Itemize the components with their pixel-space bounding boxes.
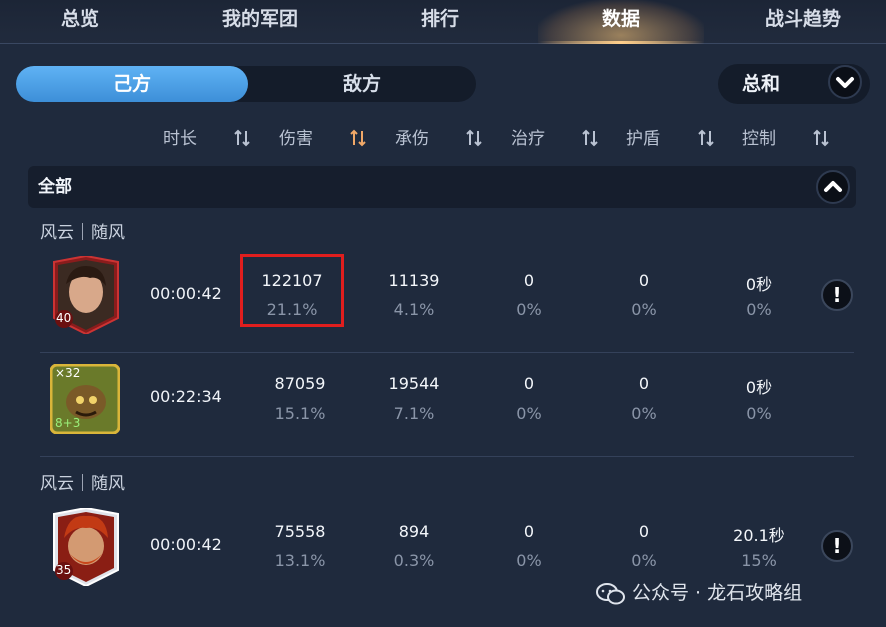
hero-level: 35 xyxy=(56,563,72,577)
shield-value: 0 xyxy=(638,522,650,541)
damage-value: 75558 xyxy=(274,522,326,541)
header-control[interactable]: 控制 xyxy=(742,128,776,150)
damage-taken-percent: 4.1% xyxy=(393,300,435,319)
hero-portrait[interactable]: 35 xyxy=(50,506,122,588)
hero-portrait[interactable]: 40 xyxy=(50,254,122,336)
damage-taken-value: 11139 xyxy=(388,271,440,290)
tab-battle-trend[interactable]: 战斗趋势 xyxy=(740,0,866,44)
sort-icon[interactable] xyxy=(581,128,599,148)
info-icon[interactable]: ! xyxy=(821,530,853,562)
healing-value: 0 xyxy=(523,374,535,393)
healing-percent: 0% xyxy=(516,551,542,570)
mode-dropdown[interactable]: 总和 xyxy=(718,64,870,104)
sort-icon[interactable] xyxy=(812,128,830,148)
shield-percent: 0% xyxy=(631,300,657,319)
unit-count: ×32 xyxy=(55,366,81,380)
header-duration[interactable]: 时长 xyxy=(163,128,197,150)
damage-value: 87059 xyxy=(274,374,326,393)
tab-data[interactable]: 数据 xyxy=(538,0,704,44)
duration-value: 00:00:42 xyxy=(150,284,222,303)
unit-portrait[interactable]: ×32 8+3 xyxy=(49,363,121,435)
header-damage[interactable]: 伤害 xyxy=(279,128,313,150)
sort-active-icon[interactable] xyxy=(349,128,367,148)
healing-percent: 0% xyxy=(516,300,542,319)
shield-percent: 0% xyxy=(631,404,657,423)
control-percent: 0% xyxy=(746,404,772,423)
header-shield[interactable]: 护盾 xyxy=(626,128,660,150)
chevron-up-icon[interactable] xyxy=(816,170,850,204)
healing-value: 0 xyxy=(523,522,535,541)
row-divider xyxy=(40,352,854,353)
tab-my-legion[interactable]: 我的军团 xyxy=(200,0,320,44)
control-percent: 0% xyxy=(746,300,772,319)
sort-icon[interactable] xyxy=(465,128,483,148)
damage-percent: 13.1% xyxy=(274,551,326,570)
group-label: 全部 xyxy=(38,177,72,197)
shield-value: 0 xyxy=(638,374,650,393)
own-side-button[interactable]: 己方 xyxy=(16,66,248,102)
tab-ranking[interactable]: 排行 xyxy=(390,0,490,44)
group-header[interactable]: 全部 xyxy=(28,166,856,208)
damage-taken-value: 19544 xyxy=(388,374,440,393)
enemy-side-button[interactable]: 敌方 xyxy=(248,66,476,102)
wechat-icon xyxy=(596,582,626,606)
damage-taken-value: 894 xyxy=(398,522,430,541)
watermark: 公众号 · 龙石攻略组 xyxy=(596,578,802,608)
damage-percent: 15.1% xyxy=(274,404,326,423)
hero-level: 40 xyxy=(56,311,72,325)
control-value: 0秒 xyxy=(745,275,773,294)
header-damage-taken[interactable]: 承伤 xyxy=(395,128,429,150)
team-label: 风云｜随风 xyxy=(40,474,125,494)
damage-taken-percent: 7.1% xyxy=(393,404,435,423)
healing-percent: 0% xyxy=(516,404,542,423)
sort-icon[interactable] xyxy=(233,128,251,148)
sort-icon[interactable] xyxy=(697,128,715,148)
chevron-down-icon[interactable] xyxy=(828,65,862,99)
shield-value: 0 xyxy=(638,271,650,290)
control-value: 0秒 xyxy=(745,378,773,397)
watermark-text: 公众号 · 龙石攻略组 xyxy=(632,582,803,604)
side-toggle: 己方 敌方 xyxy=(16,66,476,102)
mode-label: 总和 xyxy=(742,73,781,95)
header-healing[interactable]: 治疗 xyxy=(511,128,545,150)
top-tab-bar: 总览 我的军团 排行 数据 战斗趋势 xyxy=(0,0,886,44)
control-percent: 15% xyxy=(741,551,777,570)
info-icon[interactable]: ! xyxy=(821,279,853,311)
row-divider xyxy=(40,456,854,457)
tab-overview[interactable]: 总览 xyxy=(30,0,130,44)
highlight-box xyxy=(240,254,344,327)
duration-value: 00:00:42 xyxy=(150,535,222,554)
shield-percent: 0% xyxy=(631,551,657,570)
control-value: 20.1秒 xyxy=(733,526,785,545)
duration-value: 00:22:34 xyxy=(150,387,222,406)
team-label: 风云｜随风 xyxy=(40,223,125,243)
damage-taken-percent: 0.3% xyxy=(393,551,435,570)
unit-star-level: 8+3 xyxy=(55,416,81,430)
healing-value: 0 xyxy=(523,271,535,290)
